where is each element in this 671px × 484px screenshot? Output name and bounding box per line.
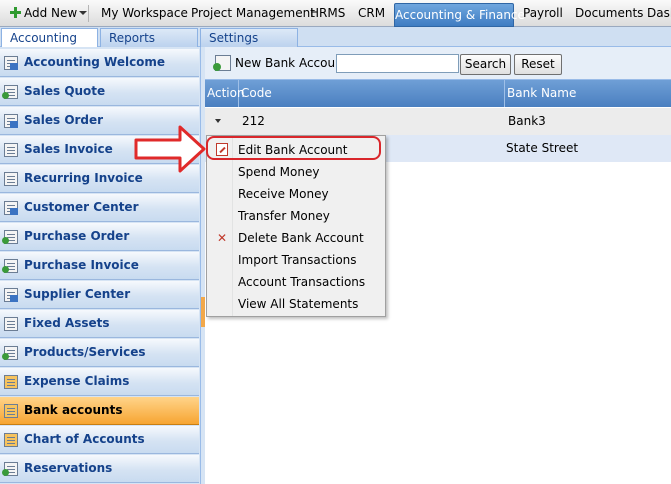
chart-accounts-icon <box>4 433 18 447</box>
quote-icon <box>2 85 18 99</box>
top-navigation: Add New My Workspace Project Management … <box>0 0 671 27</box>
sidebar-item-label: Accounting Welcome <box>24 55 166 69</box>
column-header-code[interactable]: Code <box>239 80 505 107</box>
supplier-icon <box>4 288 18 302</box>
column-header-bank-name[interactable]: Bank Name <box>505 80 671 107</box>
sidebar-item-label: Purchase Invoice <box>24 258 139 272</box>
bank-toolbar: New Bank Account Search Reset <box>205 47 671 80</box>
sidebar-item-label: Products/Services <box>24 345 146 359</box>
tab-reports[interactable]: Reports <box>100 28 198 47</box>
sidebar-item-fixed-assets[interactable]: Fixed Assets <box>0 310 199 338</box>
sidebar-item-products-services[interactable]: Products/Services <box>0 339 199 367</box>
nav-item-project-management[interactable]: Project Management <box>191 0 315 27</box>
nav-item-my-workspace[interactable]: My Workspace <box>101 0 188 27</box>
order-icon <box>4 114 18 128</box>
column-header-action[interactable]: Action <box>205 80 245 107</box>
sidebar-item-supplier-center[interactable]: Supplier Center <box>0 281 199 309</box>
sidebar-item-purchase-order[interactable]: Purchase Order <box>0 223 199 251</box>
menu-item-label: View All Statements <box>238 297 359 311</box>
splitter-grip[interactable] <box>201 297 205 327</box>
row-bank-name: Bank3 <box>508 114 546 128</box>
new-bank-account-link[interactable]: New Bank Account <box>235 56 347 70</box>
nav-item-accounting-finance[interactable]: Accounting & Finance <box>394 3 525 27</box>
edit-icon <box>216 143 228 156</box>
nav-divider <box>88 5 89 22</box>
sidebar-item-accounting-welcome[interactable]: Accounting Welcome <box>0 49 199 77</box>
plus-icon <box>10 7 21 18</box>
search-button[interactable]: Search <box>460 54 511 75</box>
sidebar-item-reservations[interactable]: Reservations <box>0 455 199 483</box>
annotation-arrow-icon <box>134 125 206 173</box>
grid-header: Action Code Bank Name <box>205 80 671 107</box>
menu-item-label: Account Transactions <box>238 275 366 289</box>
sidebar-item-customer-center[interactable]: Customer Center <box>0 194 199 222</box>
row-action-dropdown-icon[interactable] <box>215 119 221 123</box>
menu-item-label: Receive Money <box>238 187 329 201</box>
sidebar-item-expense-claims[interactable]: Expense Claims <box>0 368 199 396</box>
sidebar-item-label: Supplier Center <box>24 287 131 301</box>
sidebar-item-label: Chart of Accounts <box>24 432 145 446</box>
add-new-label: Add New <box>24 6 78 20</box>
sidebar-item-sales-quote[interactable]: Sales Quote <box>0 78 199 106</box>
sidebar-item-purchase-invoice[interactable]: Purchase Invoice <box>0 252 199 280</box>
nav-item-crm[interactable]: CRM <box>358 0 385 27</box>
expense-icon <box>4 375 18 389</box>
menu-item-label: Spend Money <box>238 165 320 179</box>
menu-item-label: Delete Bank Account <box>238 231 364 245</box>
sidebar-item-chart-of-accounts[interactable]: Chart of Accounts <box>0 426 199 454</box>
nav-item-dashboard[interactable]: Dash <box>647 0 671 27</box>
purchase-order-icon <box>2 230 18 244</box>
tab-accounting[interactable]: Accounting <box>1 28 98 48</box>
reset-button[interactable]: Reset <box>514 54 562 75</box>
sidebar-item-label: Sales Quote <box>24 84 106 98</box>
menu-item-spend-money[interactable]: Spend Money <box>208 161 384 183</box>
menu-item-label: Transfer Money <box>238 209 330 223</box>
sidebar-item-label: Purchase Order <box>24 229 130 243</box>
sidebar: Accounting Welcome Sales Quote Sales Ord… <box>0 47 201 484</box>
reservations-icon <box>2 462 18 476</box>
menu-item-delete-bank-account[interactable]: ✕ Delete Bank Account <box>208 227 384 249</box>
row-code: 212 <box>242 114 265 128</box>
menu-item-transfer-money[interactable]: Transfer Money <box>208 205 384 227</box>
menu-item-receive-money[interactable]: Receive Money <box>208 183 384 205</box>
delete-icon: ✕ <box>217 231 228 245</box>
table-row[interactable]: 212 Bank3 <box>205 108 671 135</box>
nav-item-documents[interactable]: Documents <box>575 0 643 27</box>
menu-item-account-transactions[interactable]: Account Transactions <box>208 271 384 293</box>
nav-item-payroll[interactable]: Payroll <box>523 0 563 27</box>
assets-icon <box>4 317 18 331</box>
search-input[interactable] <box>336 54 459 73</box>
recurring-invoice-icon <box>4 172 18 186</box>
sidebar-item-label: Reservations <box>24 461 113 475</box>
new-bank-account-icon[interactable] <box>213 55 231 71</box>
ledger-icon <box>4 56 18 70</box>
row-bank-name: State Street <box>506 141 579 155</box>
menu-item-view-all-statements[interactable]: View All Statements <box>208 293 384 315</box>
tab-settings[interactable]: Settings <box>200 28 298 47</box>
customer-icon <box>4 201 18 215</box>
bank-icon <box>4 404 18 418</box>
sidebar-item-bank-accounts[interactable]: Bank accounts <box>0 397 199 425</box>
sidebar-item-label: Customer Center <box>24 200 139 214</box>
menu-item-label: Edit Bank Account <box>238 143 348 157</box>
menu-item-label: Import Transactions <box>238 253 357 267</box>
chevron-down-icon <box>79 11 88 15</box>
nav-item-hrms[interactable]: HRMS <box>310 0 345 27</box>
sidebar-item-label: Sales Order <box>24 113 104 127</box>
products-icon <box>2 346 18 360</box>
menu-item-edit-bank-account[interactable]: Edit Bank Account <box>208 139 384 161</box>
add-new-button[interactable]: Add New <box>10 0 88 27</box>
purchase-invoice-icon <box>2 259 18 273</box>
menu-item-import-transactions[interactable]: Import Transactions <box>208 249 384 271</box>
sidebar-item-label: Fixed Assets <box>24 316 110 330</box>
sidebar-item-label: Sales Invoice <box>24 142 113 156</box>
module-tabs: Accounting Reports Settings <box>0 27 671 48</box>
sidebar-item-label: Bank accounts <box>24 403 123 417</box>
sidebar-item-label: Recurring Invoice <box>24 171 143 185</box>
row-action-menu: Edit Bank Account Spend Money Receive Mo… <box>206 135 386 317</box>
invoice-icon <box>4 143 18 157</box>
sidebar-item-label: Expense Claims <box>24 374 130 388</box>
